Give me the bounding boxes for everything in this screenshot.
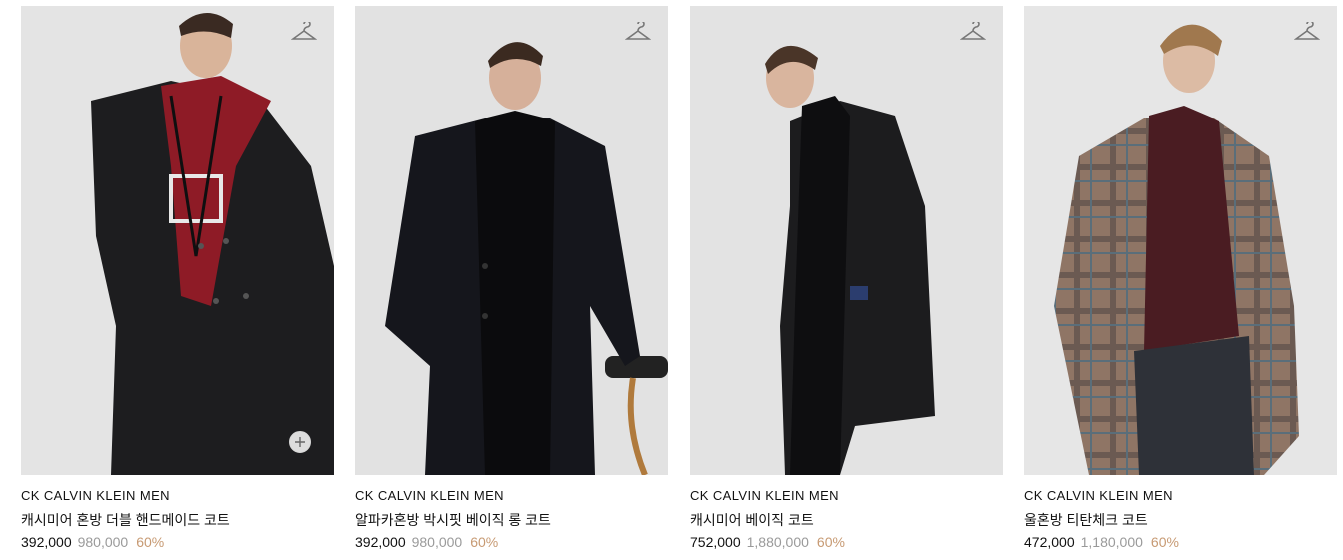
brand-name[interactable]: CK CALVIN KLEIN MEN xyxy=(1024,488,1173,503)
product-image[interactable] xyxy=(21,6,334,475)
product-image[interactable] xyxy=(1024,6,1337,475)
sale-price: 392,000 xyxy=(355,534,406,550)
model-photo xyxy=(355,6,668,475)
brand-name[interactable]: CK CALVIN KLEIN MEN xyxy=(355,488,504,503)
product-name[interactable]: 알파카혼방 박시핏 베이직 롱 코트 xyxy=(355,510,551,530)
product-card: CK CALVIN KLEIN MEN 캐시미어 혼방 더블 핸드메이드 코트 … xyxy=(21,6,334,550)
discount-rate: 60% xyxy=(816,534,845,550)
original-price: 1,180,000 xyxy=(1080,534,1143,550)
price-row: 392,000 980,000 60% xyxy=(355,534,498,550)
plus-icon xyxy=(295,437,305,447)
model-photo xyxy=(1024,6,1337,475)
hanger-icon[interactable] xyxy=(959,20,987,44)
product-name[interactable]: 캐시미어 혼방 더블 핸드메이드 코트 xyxy=(21,510,230,530)
product-card: CK CALVIN KLEIN MEN 캐시미어 베이직 코트 752,000 1… xyxy=(690,6,1003,550)
product-card: CK CALVIN KLEIN MEN 알파카혼방 박시핏 베이직 롱 코트 3… xyxy=(355,6,668,550)
sale-price: 392,000 xyxy=(21,534,72,550)
price-row: 392,000 980,000 60% xyxy=(21,534,164,550)
original-price: 1,880,000 xyxy=(746,534,809,550)
hanger-icon[interactable] xyxy=(624,20,652,44)
model-photo xyxy=(21,6,334,475)
product-image[interactable] xyxy=(355,6,668,475)
discount-rate: 60% xyxy=(470,534,499,550)
price-row: 752,000 1,880,000 60% xyxy=(690,534,845,550)
hanger-icon[interactable] xyxy=(290,20,318,44)
product-grid: CK CALVIN KLEIN MEN 캐시미어 혼방 더블 핸드메이드 코트 … xyxy=(0,0,1343,560)
model-photo xyxy=(690,6,1003,475)
brand-name[interactable]: CK CALVIN KLEIN MEN xyxy=(21,488,170,503)
price-row: 472,000 1,180,000 60% xyxy=(1024,534,1179,550)
sale-price: 472,000 xyxy=(1024,534,1075,550)
hanger-icon[interactable] xyxy=(1293,20,1321,44)
sale-price: 752,000 xyxy=(690,534,741,550)
product-name[interactable]: 울혼방 티탄체크 코트 xyxy=(1024,510,1148,530)
brand-name[interactable]: CK CALVIN KLEIN MEN xyxy=(690,488,839,503)
product-card: CK CALVIN KLEIN MEN 울혼방 티탄체크 코트 472,000 1… xyxy=(1024,6,1337,550)
original-price: 980,000 xyxy=(411,534,463,550)
product-name[interactable]: 캐시미어 베이직 코트 xyxy=(690,510,814,530)
discount-rate: 60% xyxy=(1150,534,1179,550)
original-price: 980,000 xyxy=(77,534,129,550)
product-image[interactable] xyxy=(690,6,1003,475)
discount-rate: 60% xyxy=(136,534,165,550)
quick-add-button[interactable] xyxy=(289,431,311,453)
